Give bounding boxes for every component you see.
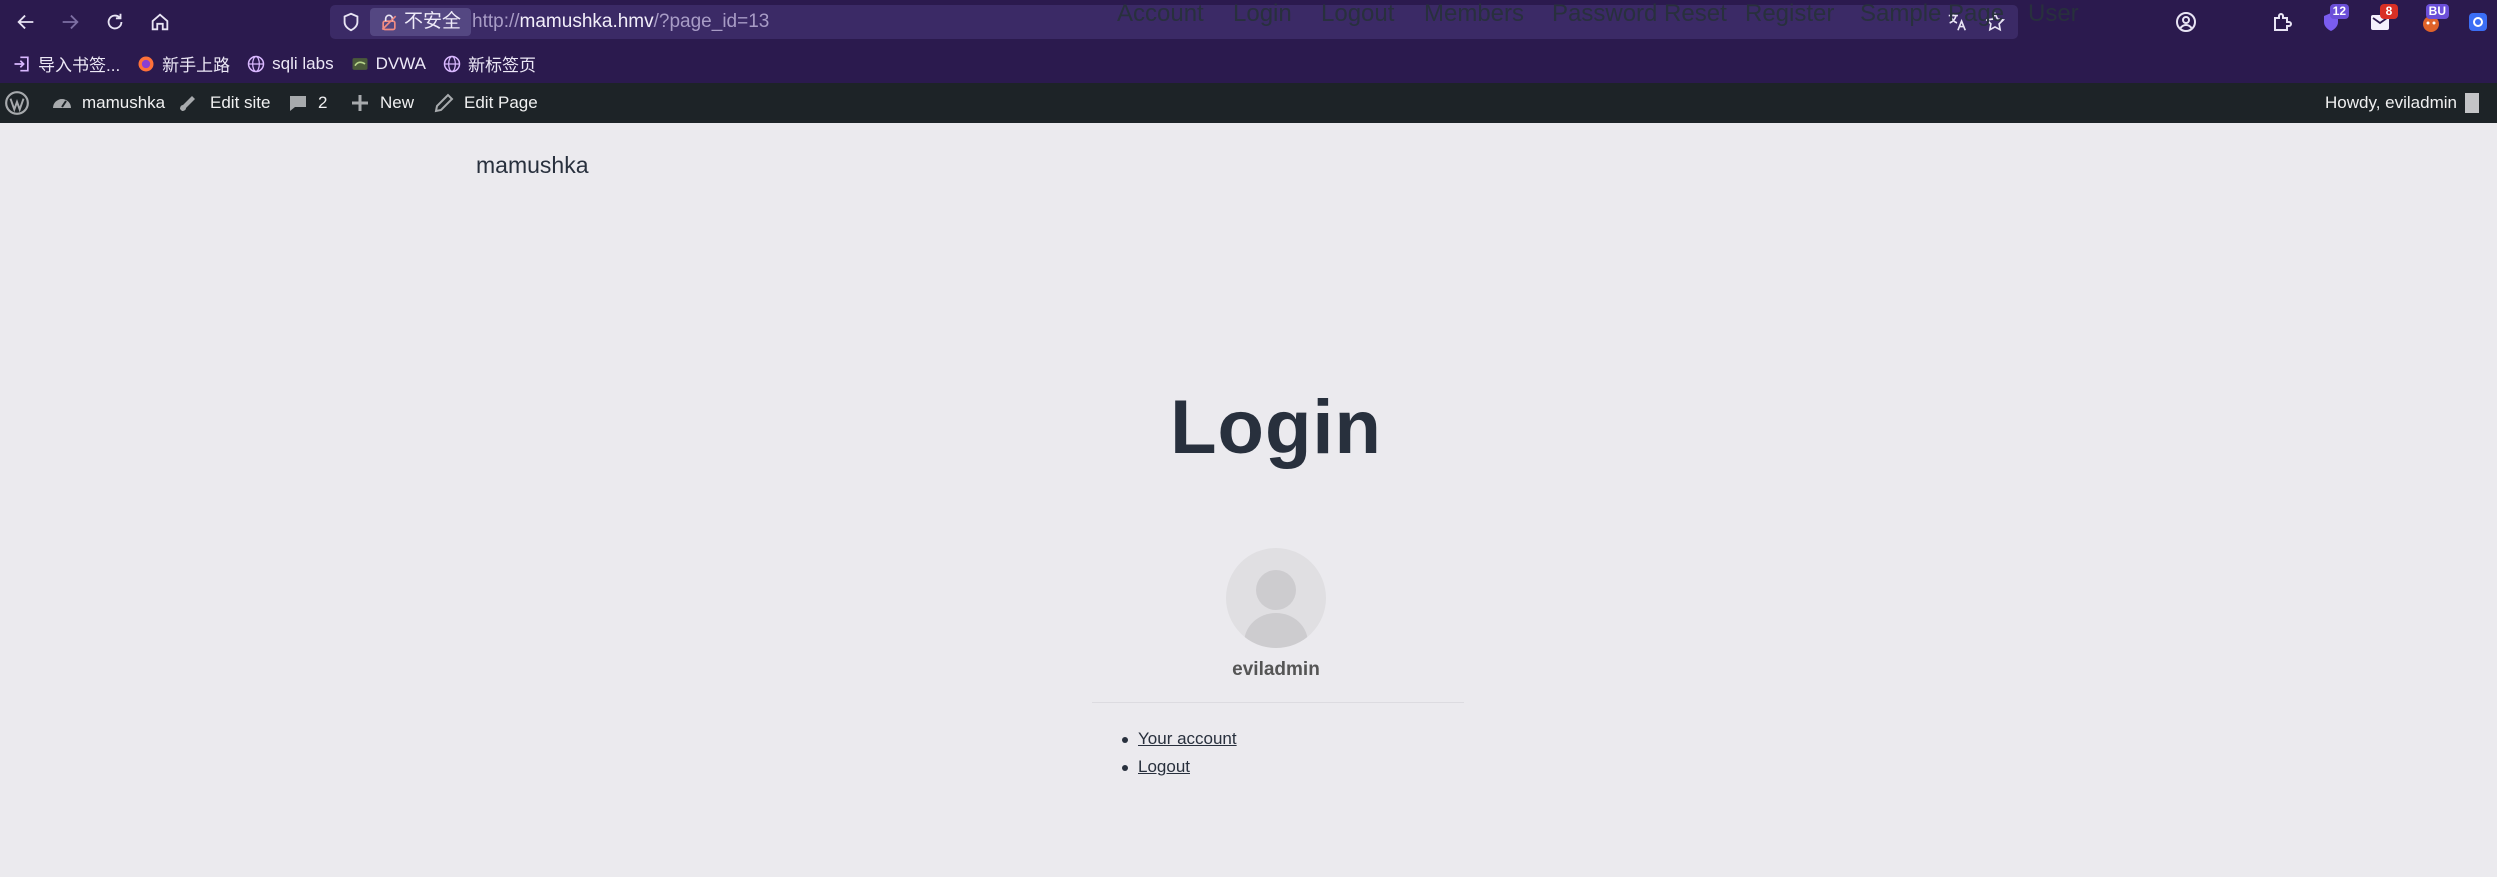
nav-logout[interactable]: Logout <box>1321 0 1394 28</box>
avatar-head-shape <box>1256 570 1296 610</box>
extension-bu-button[interactable]: BU <box>2415 4 2449 38</box>
bookmarks-bar: 导入书签... 新手上路 sqli labs DVWA 新标签页 <box>0 44 2497 83</box>
admin-howdy-label: Howdy, eviladmin <box>2325 93 2457 112</box>
admin-avatar <box>2465 93 2479 113</box>
bookmark-dvwa[interactable]: DVWA <box>348 48 434 80</box>
page-title: Login <box>1170 385 1382 470</box>
back-button[interactable] <box>10 6 42 38</box>
user-avatar <box>1226 548 1326 648</box>
extension-badge: 12 <box>2329 4 2349 19</box>
admin-new-label: New <box>380 93 415 112</box>
insecure-connection-badge[interactable]: 不安全 <box>370 8 472 36</box>
extension-badge: BU <box>2425 4 2449 19</box>
account-button[interactable] <box>2170 6 2202 38</box>
bookmark-new-tab[interactable]: 新标签页 <box>440 48 544 80</box>
bookmark-label: 新标签页 <box>467 56 536 75</box>
globe-icon <box>247 55 265 72</box>
admin-comments-count: 2 <box>318 93 328 112</box>
insecure-lock-icon <box>381 14 397 31</box>
import-icon <box>14 56 29 71</box>
pencil-icon <box>434 93 454 113</box>
username: eviladmin <box>1232 659 1320 680</box>
url-scheme: http:// <box>472 11 520 32</box>
wordpress-logo-icon <box>5 91 29 115</box>
dashboard-icon <box>53 99 71 108</box>
bookmark-label: 新手上路 <box>162 56 231 75</box>
wp-logo-menu[interactable] <box>4 83 38 123</box>
admin-edit-site-label: Edit site <box>210 93 271 112</box>
nav-register[interactable]: Register <box>1745 0 1834 28</box>
admin-edit-site[interactable]: Edit site <box>178 83 270 123</box>
nav-login[interactable]: Login <box>1233 0 1292 28</box>
url-text[interactable]: http://mamushka.hmv/?page_id=13 <box>472 5 769 39</box>
admin-edit-page-label: Edit Page <box>464 93 538 112</box>
extension-blue-button[interactable] <box>2462 6 2494 38</box>
admin-site-name-label: mamushka <box>82 93 166 112</box>
forward-arrow-icon <box>62 14 79 30</box>
bookmark-label: 导入书签... <box>38 56 121 75</box>
divider <box>1092 702 1464 703</box>
bookmark-sqli-labs[interactable]: sqli labs <box>244 48 341 80</box>
url-path: /?page_id=13 <box>653 11 770 32</box>
tracking-shield-icon[interactable] <box>340 11 362 33</box>
extensions-button[interactable] <box>2266 6 2298 38</box>
back-arrow-icon <box>17 14 34 30</box>
admin-edit-page[interactable]: Edit Page <box>432 83 538 123</box>
list-item: Logout <box>1122 753 1237 781</box>
globe-icon <box>443 55 461 72</box>
reload-button[interactable] <box>99 6 131 38</box>
admin-new-content[interactable]: New <box>348 83 414 123</box>
extension-shield-button[interactable]: 12 <box>2315 4 2349 38</box>
admin-comments[interactable]: 2 <box>286 83 327 123</box>
nav-members[interactable]: Members <box>1424 0 1524 28</box>
account-links: Your account Logout <box>1122 725 1237 781</box>
ext-blue-icon <box>2469 13 2487 31</box>
admin-site-name[interactable]: mamushka <box>50 83 165 123</box>
wp-admin-bar: mamushka Edit site 2 New Edit Page Howdy… <box>0 83 2497 123</box>
plus-icon <box>352 95 368 111</box>
nav-account[interactable]: Account <box>1117 0 1204 28</box>
forward-button[interactable] <box>54 6 86 38</box>
bookmark-label: sqli labs <box>272 53 334 73</box>
extension-mail-button[interactable]: 8 <box>2364 4 2398 38</box>
nav-user[interactable]: User <box>2028 0 2079 28</box>
your-account-link[interactable]: Your account <box>1138 729 1237 748</box>
nav-sample-page[interactable]: Sample Page <box>1860 0 2004 28</box>
url-host: mamushka.hmv <box>519 11 654 32</box>
home-icon <box>151 13 169 31</box>
puzzle-icon <box>2274 13 2292 31</box>
extension-badge: 8 <box>2380 4 2398 19</box>
account-icon <box>2176 12 2196 32</box>
dvwa-icon <box>352 57 368 70</box>
avatar-body-shape <box>1244 613 1308 648</box>
insecure-label: 不安全 <box>404 11 462 32</box>
reload-icon <box>107 13 123 30</box>
bookmark-import[interactable]: 导入书签... <box>10 48 128 80</box>
bookmark-label: DVWA <box>375 53 426 73</box>
firefox-icon <box>138 56 154 71</box>
admin-account-menu[interactable]: Howdy, eviladmin <box>2325 83 2479 123</box>
site-title[interactable]: mamushka <box>476 152 588 179</box>
logout-link[interactable]: Logout <box>1138 757 1190 776</box>
comment-icon <box>290 96 306 111</box>
home-button[interactable] <box>144 6 176 38</box>
nav-password-reset[interactable]: Password Reset <box>1552 0 1727 28</box>
brush-icon <box>180 96 195 111</box>
list-item: Your account <box>1122 725 1237 753</box>
bookmark-getting-started[interactable]: 新手上路 <box>134 48 238 80</box>
